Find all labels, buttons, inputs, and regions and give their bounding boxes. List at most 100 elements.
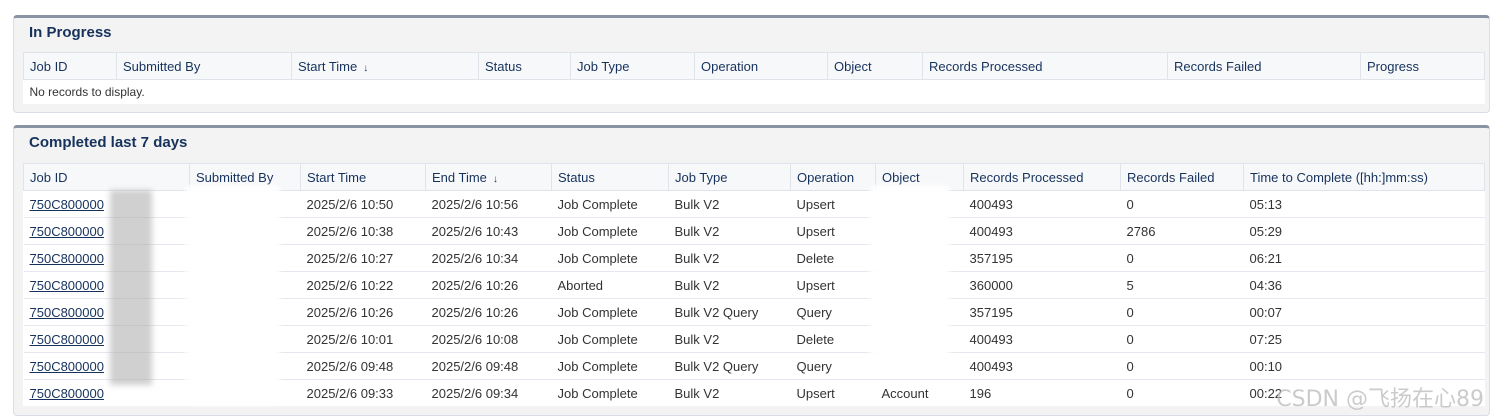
cell-job-type: Bulk V2 — [668, 325, 791, 353]
cell-records-processed: 400493 — [963, 217, 1121, 245]
cell-job-type: Bulk V2 Query — [668, 298, 791, 326]
job-id-link[interactable]: 750C800000 — [30, 386, 104, 401]
redaction-blur — [185, 185, 280, 405]
cell-job-id-link[interactable]: 750C800000 — [23, 271, 190, 299]
cell-status: Job Complete — [551, 298, 669, 326]
cell-records-processed: 400493 — [963, 325, 1121, 353]
cell-job-type: Bulk V2 — [668, 379, 791, 406]
cell-end-time: 2025/2/6 10:56 — [425, 190, 552, 218]
cell-job-type: Bulk V2 — [668, 190, 791, 218]
in-progress-table: Job ID Submitted By Start Time ↓ Status J… — [23, 52, 1485, 104]
cell-operation: Upsert — [790, 271, 876, 299]
empty-row: No records to display. — [23, 79, 1485, 104]
col-records-processed[interactable]: Records Processed — [922, 52, 1168, 80]
cell-records-failed: 0 — [1120, 379, 1244, 406]
cell-end-time: 2025/2/6 10:43 — [425, 217, 552, 245]
in-progress-title: In Progress — [29, 24, 112, 41]
cell-start-time: 2025/2/6 09:48 — [300, 352, 426, 380]
col-job-type[interactable]: Job Type — [570, 52, 695, 80]
cell-status: Job Complete — [551, 190, 669, 218]
col-status[interactable]: Status — [551, 163, 669, 191]
sort-desc-icon: ↓ — [492, 173, 498, 185]
cell-end-time: 2025/2/6 09:34 — [425, 379, 552, 406]
job-id-link[interactable]: 750C800000 — [30, 197, 104, 212]
cell-records-processed: 400493 — [963, 352, 1121, 380]
cell-start-time: 2025/2/6 10:27 — [300, 244, 426, 272]
sort-desc-icon: ↓ — [363, 62, 369, 74]
cell-job-id-link[interactable]: 750C800000 — [23, 217, 190, 245]
cell-records-failed: 0 — [1120, 244, 1244, 272]
cell-records-processed: 357195 — [963, 298, 1121, 326]
col-object[interactable]: Object — [827, 52, 923, 80]
job-id-link[interactable]: 750C800000 — [30, 332, 104, 347]
cell-status: Job Complete — [551, 325, 669, 353]
cell-start-time: 2025/2/6 10:38 — [300, 217, 426, 245]
no-records-message: No records to display. — [23, 79, 1485, 104]
job-id-link[interactable]: 750C800000 — [30, 278, 104, 293]
cell-job-type: Bulk V2 — [668, 244, 791, 272]
cell-operation: Upsert — [790, 379, 876, 406]
col-submitted-by[interactable]: Submitted By — [116, 52, 292, 80]
cell-end-time: 2025/2/6 09:48 — [425, 352, 552, 380]
cell-records-failed: 0 — [1120, 190, 1244, 218]
cell-operation: Query — [790, 298, 876, 326]
cell-object: Account — [875, 379, 964, 406]
cell-status: Job Complete — [551, 217, 669, 245]
cell-start-time: 2025/2/6 10:22 — [300, 271, 426, 299]
col-start-time[interactable]: Start Time — [300, 163, 426, 191]
col-job-type[interactable]: Job Type — [668, 163, 791, 191]
col-job-id[interactable]: Job ID — [23, 163, 190, 191]
job-id-link[interactable]: 750C800000 — [30, 359, 104, 374]
col-end-time[interactable]: End Time ↓ — [425, 163, 552, 191]
cell-time-to-complete: 00:10 — [1243, 352, 1485, 380]
cell-operation: Upsert — [790, 190, 876, 218]
cell-job-id-link[interactable]: 750C800000 — [23, 325, 190, 353]
cell-start-time: 2025/2/6 10:26 — [300, 298, 426, 326]
cell-records-failed: 2786 — [1120, 217, 1244, 245]
cell-job-id-link[interactable]: 750C800000 — [23, 244, 190, 272]
job-id-link[interactable]: 750C800000 — [30, 305, 104, 320]
cell-status: Job Complete — [551, 379, 669, 406]
cell-records-failed: 0 — [1120, 325, 1244, 353]
cell-operation: Delete — [790, 325, 876, 353]
cell-time-to-complete: 04:36 — [1243, 271, 1485, 299]
cell-job-id-link[interactable]: 750C800000 — [23, 352, 190, 380]
cell-start-time: 2025/2/6 10:01 — [300, 325, 426, 353]
cell-status: Job Complete — [551, 244, 669, 272]
cell-records-failed: 0 — [1120, 352, 1244, 380]
job-id-link[interactable]: 750C800000 — [30, 251, 104, 266]
job-id-link[interactable]: 750C800000 — [30, 224, 104, 239]
cell-time-to-complete: 05:29 — [1243, 217, 1485, 245]
cell-time-to-complete: 05:13 — [1243, 190, 1485, 218]
cell-status: Aborted — [551, 271, 669, 299]
col-time-to-complete[interactable]: Time to Complete ([hh:]mm:ss) — [1243, 163, 1485, 191]
cell-operation: Query — [790, 352, 876, 380]
col-progress[interactable]: Progress — [1360, 52, 1485, 80]
in-progress-card: In Progress Job ID Submitted By Start Ti… — [13, 15, 1490, 113]
col-records-processed[interactable]: Records Processed — [963, 163, 1121, 191]
col-start-time[interactable]: Start Time ↓ — [291, 52, 479, 80]
col-status[interactable]: Status — [478, 52, 571, 80]
in-progress-header-row: Job ID Submitted By Start Time ↓ Status J… — [23, 52, 1485, 80]
col-records-failed[interactable]: Records Failed — [1120, 163, 1244, 191]
cell-job-id-link[interactable]: 750C800000 — [23, 379, 190, 406]
cell-job-id-link[interactable]: 750C800000 — [23, 190, 190, 218]
cell-records-processed: 400493 — [963, 190, 1121, 218]
cell-records-failed: 0 — [1120, 298, 1244, 326]
cell-end-time: 2025/2/6 10:08 — [425, 325, 552, 353]
cell-status: Job Complete — [551, 352, 669, 380]
col-job-id[interactable]: Job ID — [23, 52, 117, 80]
cell-job-type: Bulk V2 — [668, 217, 791, 245]
cell-time-to-complete: 06:21 — [1243, 244, 1485, 272]
col-operation[interactable]: Operation — [694, 52, 828, 80]
cell-job-type: Bulk V2 Query — [668, 352, 791, 380]
cell-records-processed: 360000 — [963, 271, 1121, 299]
completed-title: Completed last 7 days — [29, 134, 188, 151]
redaction-blur — [870, 185, 950, 365]
col-records-failed[interactable]: Records Failed — [1167, 52, 1361, 80]
col-operation[interactable]: Operation — [790, 163, 876, 191]
cell-job-id-link[interactable]: 750C800000 — [23, 298, 190, 326]
cell-job-type: Bulk V2 — [668, 271, 791, 299]
cell-records-failed: 5 — [1120, 271, 1244, 299]
cell-time-to-complete: 00:07 — [1243, 298, 1485, 326]
